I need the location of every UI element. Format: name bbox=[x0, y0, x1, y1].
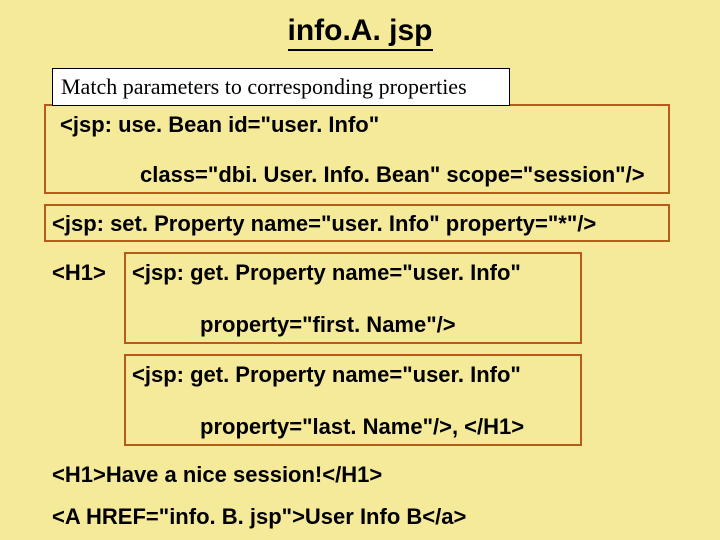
code-line-3: <jsp: set. Property name="user. Info" pr… bbox=[52, 211, 596, 237]
callout-text: Match parameters to corresponding proper… bbox=[61, 74, 467, 100]
code-line-1: <jsp: use. Bean id="user. Info" bbox=[60, 112, 379, 138]
code-line-6: <jsp: get. Property name="user. Info" bbox=[132, 362, 521, 388]
code-line-7: property="last. Name"/>, </H1> bbox=[200, 414, 524, 440]
code-line-4a: <H1> bbox=[52, 260, 106, 286]
code-line-5: property="first. Name"/> bbox=[200, 312, 456, 338]
code-line-9: <A HREF="info. B. jsp">User Info B</a> bbox=[52, 504, 466, 530]
slide: info.A. jsp Match parameters to correspo… bbox=[0, 0, 720, 540]
page-title: info.A. jsp bbox=[0, 14, 720, 48]
title-text: info.A. jsp bbox=[288, 14, 433, 51]
code-line-8: <H1>Have a nice session!</H1> bbox=[52, 462, 382, 488]
callout-box: Match parameters to corresponding proper… bbox=[52, 68, 510, 106]
code-line-4b: <jsp: get. Property name="user. Info" bbox=[132, 260, 521, 286]
code-line-2: class="dbi. User. Info. Bean" scope="ses… bbox=[140, 162, 645, 188]
